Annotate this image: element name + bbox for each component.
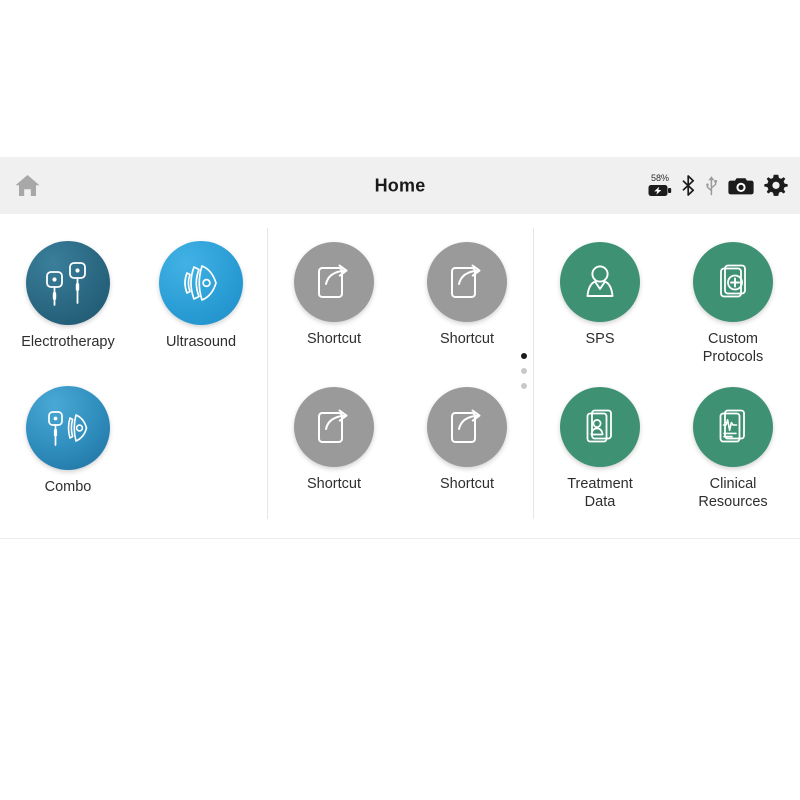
tile-label: Shortcut xyxy=(440,476,494,492)
shortcut-circle xyxy=(294,242,374,322)
tile-ultrasound[interactable]: Ultrasound xyxy=(139,241,263,352)
tile-label: Shortcut xyxy=(307,331,361,347)
shortcut-arrow-icon xyxy=(445,405,489,449)
ultrasound-circle xyxy=(159,241,243,325)
page-dot-3[interactable] xyxy=(521,383,527,389)
treatment-data-circle xyxy=(560,387,640,467)
tile-label: Clinical Resources xyxy=(698,476,768,510)
page-indicator[interactable] xyxy=(521,353,527,389)
status-tray: 58% xyxy=(648,174,788,198)
tile-sps[interactable]: SPS xyxy=(538,242,662,349)
cards-plus-icon xyxy=(711,260,755,304)
combo-electrode-ultrasound-icon xyxy=(43,405,93,451)
column-divider-left xyxy=(267,228,268,519)
shortcut-circle xyxy=(294,387,374,467)
tile-combo[interactable]: Combo xyxy=(6,386,130,497)
tile-label: Shortcut xyxy=(440,331,494,347)
shortcut-circle xyxy=(427,387,507,467)
tile-treatment-data[interactable]: Treatment Data xyxy=(538,387,662,511)
shortcut-circle xyxy=(427,242,507,322)
tile-label: Custom Protocols xyxy=(702,331,764,365)
tile-label: SPS xyxy=(585,331,615,347)
combo-circle xyxy=(26,386,110,470)
battery-percent-label: 58% xyxy=(650,173,669,183)
tile-label: Combo xyxy=(44,479,92,495)
person-icon xyxy=(578,260,622,304)
tile-label: Shortcut xyxy=(307,476,361,492)
tile-label: Electrotherapy xyxy=(21,334,115,350)
tile-clinical-resources[interactable]: Clinical Resources xyxy=(671,387,795,511)
custom-protocols-circle xyxy=(693,242,773,322)
tile-custom-protocols[interactable]: Custom Protocols xyxy=(671,242,795,366)
tile-label: Treatment Data xyxy=(567,476,633,510)
tile-label: Ultrasound xyxy=(165,334,237,350)
column-divider-right xyxy=(533,228,534,519)
content-bottom-divider xyxy=(0,538,800,539)
tile-shortcut-4[interactable]: Shortcut xyxy=(405,387,529,494)
settings-button[interactable] xyxy=(764,174,788,198)
camera-button[interactable] xyxy=(728,176,754,196)
cards-person-icon xyxy=(578,405,622,449)
page-dot-2[interactable] xyxy=(521,368,527,374)
app-root: Home 58% Electrotherapy Ultrasound Combo… xyxy=(0,0,800,800)
tile-shortcut-3[interactable]: Shortcut xyxy=(272,387,396,494)
electrode-pads-icon xyxy=(44,258,92,308)
tile-electrotherapy[interactable]: Electrotherapy xyxy=(6,241,130,352)
usb-icon xyxy=(705,175,718,196)
cards-waveform-icon xyxy=(711,405,755,449)
clinical-resources-circle xyxy=(693,387,773,467)
shortcut-arrow-icon xyxy=(312,405,356,449)
bluetooth-icon xyxy=(682,175,695,196)
tile-shortcut-1[interactable]: Shortcut xyxy=(272,242,396,349)
battery-status: 58% xyxy=(648,174,672,197)
shortcut-arrow-icon xyxy=(312,260,356,304)
page-dot-1[interactable] xyxy=(521,353,527,359)
sps-circle xyxy=(560,242,640,322)
shortcut-arrow-icon xyxy=(445,260,489,304)
battery-charging-icon xyxy=(648,184,672,197)
tile-shortcut-2[interactable]: Shortcut xyxy=(405,242,529,349)
electrotherapy-circle xyxy=(26,241,110,325)
header-bar: Home 58% xyxy=(0,157,800,214)
ultrasound-waves-icon xyxy=(178,260,224,306)
